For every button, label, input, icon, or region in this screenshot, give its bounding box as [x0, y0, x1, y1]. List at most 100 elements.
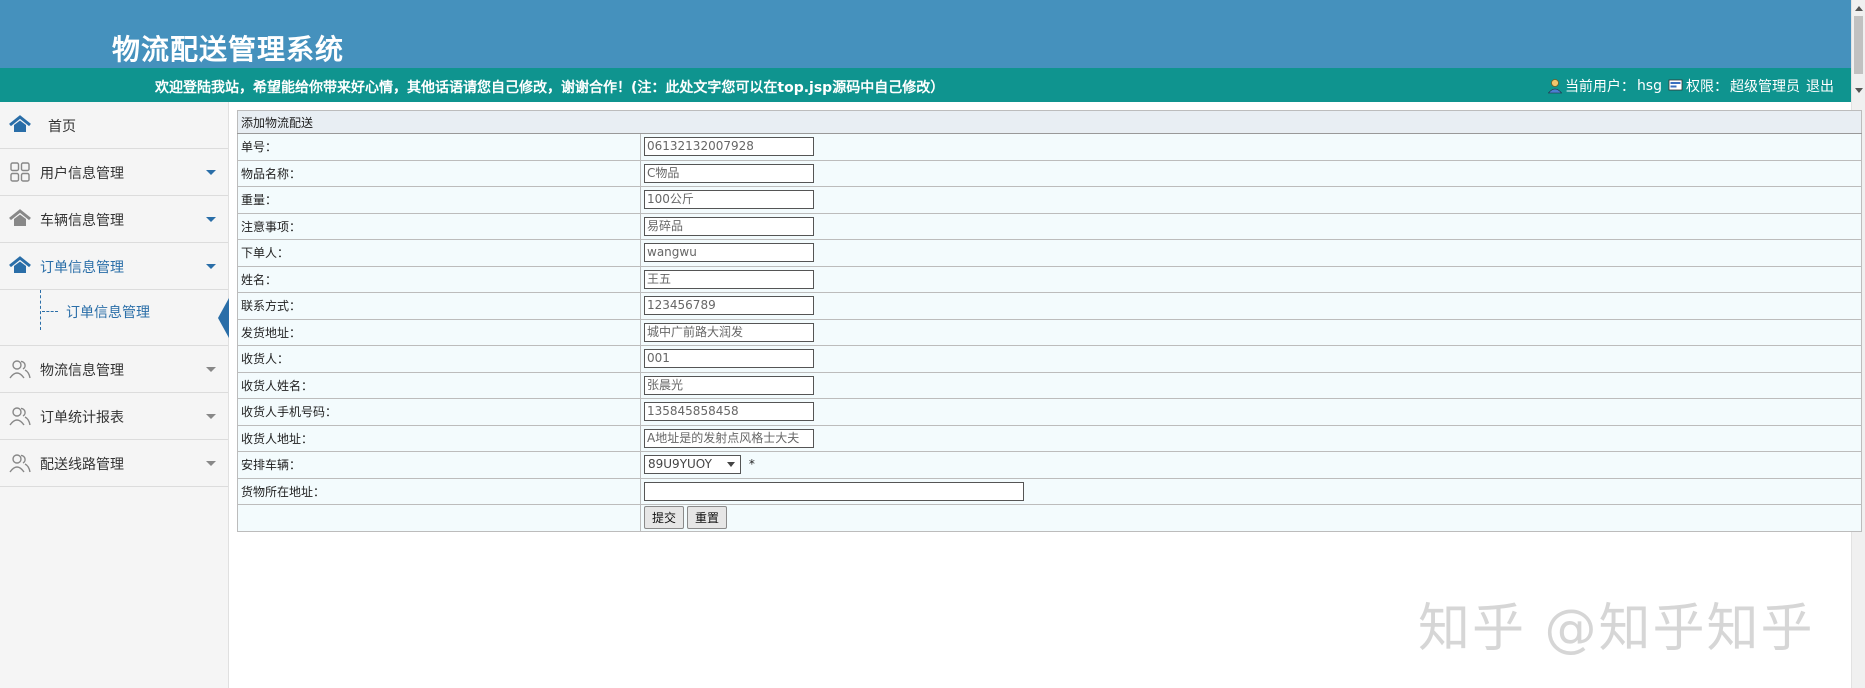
- header-banner: 物流配送管理系统: [0, 0, 1852, 68]
- vehicle-selected-value: 89U9YUOY: [648, 457, 712, 472]
- receiver-input[interactable]: 001: [644, 349, 814, 369]
- submenu-item-order-info[interactable]: 订单信息管理: [66, 302, 150, 322]
- weight-input[interactable]: 100公斤: [644, 190, 814, 210]
- sidebar-item-user-info[interactable]: 用户信息管理: [0, 149, 228, 196]
- field-label: 联系方式：: [237, 292, 641, 320]
- field-label: 下单人：: [237, 239, 641, 267]
- item-name-input[interactable]: C物品: [644, 163, 814, 183]
- notes-input[interactable]: 易碎品: [644, 216, 814, 236]
- tree-branch: [42, 311, 58, 312]
- form-row-ship-address: 发货地址： 城中广前路大润发: [237, 318, 1862, 346]
- chevron-down-icon: [206, 170, 216, 175]
- contact-input[interactable]: 123456789: [644, 296, 814, 316]
- sidebar-item-label: 首页: [48, 119, 76, 135]
- form-row-order-no: 单号： 06132132007928: [237, 133, 1862, 161]
- grid-icon: [10, 162, 30, 182]
- field-label: 安排车辆：: [237, 451, 641, 479]
- chevron-down-icon: [206, 414, 216, 419]
- chevron-down-icon: [206, 461, 216, 466]
- user-icon: [1547, 79, 1563, 94]
- users-icon: [9, 454, 31, 473]
- order-number-input[interactable]: 06132132007928: [644, 137, 814, 157]
- sidebar-item-logistics-info[interactable]: 物流信息管理: [0, 346, 228, 393]
- user-info: 当前用户： hsg 权限： 超级管理员 退出: [1547, 76, 1834, 96]
- users-icon: [9, 407, 31, 426]
- reset-button[interactable]: 重置: [687, 506, 728, 530]
- vehicle-select[interactable]: 89U9YUOY: [644, 455, 741, 475]
- sidebar-item-order-report[interactable]: 订单统计报表: [0, 393, 228, 440]
- empty-cell: [237, 504, 641, 532]
- top-info-bar: 欢迎登陆我站，希望能给你带来好心情，其他话语请您自己修改，谢谢合作！(注：此处文…: [0, 68, 1852, 102]
- watermark: 知乎 @知乎知乎: [1418, 599, 1815, 659]
- form-row-orderer: 下单人： wangwu: [237, 239, 1862, 267]
- field-label: 货物所在地址：: [237, 477, 641, 505]
- scroll-up-arrow-icon[interactable]: [1855, 6, 1863, 11]
- sidebar: 首页 用户信息管理 车辆信息管理 订单信息管理 订单信息管理 物流信息管理 订单…: [0, 102, 229, 688]
- sidebar-item-label: 配送线路管理: [40, 457, 124, 473]
- name-input[interactable]: 王五: [644, 269, 814, 289]
- field-label: 注意事项：: [237, 212, 641, 240]
- form-row-actions: 提交 重置: [237, 504, 1862, 532]
- logout-link[interactable]: 退出: [1806, 76, 1834, 96]
- field-label: 发货地址：: [237, 318, 641, 346]
- permission-icon: [1668, 79, 1683, 91]
- home-icon: [9, 115, 31, 132]
- field-label: 收货人：: [237, 345, 641, 373]
- form-caption: 添加物流配送: [237, 110, 1862, 134]
- add-delivery-form: 添加物流配送 单号： 06132132007928 物品名称： C物品 重量： …: [237, 110, 1862, 532]
- field-label: 物品名称：: [237, 159, 641, 187]
- form-row-receiver-phone: 收货人手机号码： 135845858458: [237, 398, 1862, 426]
- form-row-receiver-name: 收货人姓名： 张晨光: [237, 371, 1862, 399]
- field-label: 收货人地址：: [237, 424, 641, 452]
- current-user: hsg: [1636, 78, 1662, 94]
- form-row-item-name: 物品名称： C物品: [237, 159, 1862, 187]
- receiver-address-input[interactable]: A地址是的发射点风格士大夫: [644, 428, 814, 448]
- form-row-name: 姓名： 王五: [237, 265, 1862, 293]
- home-icon: [9, 256, 31, 273]
- required-mark: *: [748, 457, 755, 472]
- field-label: 单号：: [237, 133, 641, 161]
- ship-address-input[interactable]: 城中广前路大润发: [644, 322, 814, 342]
- sidebar-item-home[interactable]: 首页: [0, 102, 228, 149]
- scroll-thumb[interactable]: [1854, 16, 1863, 74]
- form-row-location: 货物所在地址：: [237, 477, 1862, 505]
- orderer-input[interactable]: wangwu: [644, 243, 814, 263]
- field-label: 收货人姓名：: [237, 371, 641, 399]
- sidebar-item-label: 物流信息管理: [40, 363, 124, 379]
- sidebar-item-label: 车辆信息管理: [40, 213, 124, 229]
- chevron-down-icon: [206, 367, 216, 372]
- active-pointer-icon: [218, 298, 229, 338]
- field-label: 姓名：: [237, 265, 641, 293]
- sidebar-item-label: 订单统计报表: [40, 410, 124, 426]
- form-row-receiver: 收货人： 001: [237, 345, 1862, 373]
- receiver-phone-input[interactable]: 135845858458: [644, 402, 814, 422]
- chevron-down-icon: [727, 462, 735, 468]
- form-table: 添加物流配送 单号： 06132132007928 物品名称： C物品 重量： …: [237, 110, 1862, 532]
- receiver-name-input[interactable]: 张晨光: [644, 375, 814, 395]
- tree-line: [40, 290, 42, 330]
- submenu-order-info: 订单信息管理: [0, 290, 229, 346]
- field-label: 重量：: [237, 186, 641, 214]
- scroll-down-arrow-icon[interactable]: [1855, 88, 1863, 93]
- cargo-location-input[interactable]: [644, 481, 1024, 501]
- sidebar-item-order-info[interactable]: 订单信息管理: [0, 243, 228, 290]
- welcome-message: 欢迎登陆我站，希望能给你带来好心情，其他话语请您自己修改，谢谢合作！(注：此处文…: [155, 80, 945, 96]
- field-label: 收货人手机号码：: [237, 398, 641, 426]
- form-row-receiver-address: 收货人地址： A地址是的发射点风格士大夫: [237, 424, 1862, 452]
- submit-button[interactable]: 提交: [644, 506, 685, 530]
- users-icon: [9, 360, 31, 379]
- sidebar-item-delivery-route[interactable]: 配送线路管理: [0, 440, 228, 487]
- form-row-notes: 注意事项： 易碎品: [237, 212, 1862, 240]
- form-row-contact: 联系方式： 123456789: [237, 292, 1862, 320]
- form-row-vehicle: 安排车辆： 89U9YUOY *: [237, 451, 1862, 479]
- app-title: 物流配送管理系统: [112, 33, 345, 66]
- current-user-label: 当前用户：: [1564, 79, 1635, 95]
- chevron-down-icon: [206, 217, 216, 222]
- role-value: 超级管理员: [1730, 79, 1800, 95]
- chevron-down-icon: [206, 264, 216, 269]
- role-label: 权限：: [1686, 79, 1728, 95]
- sidebar-item-label: 用户信息管理: [40, 166, 124, 182]
- sidebar-item-label: 订单信息管理: [40, 260, 124, 276]
- sidebar-item-vehicle-info[interactable]: 车辆信息管理: [0, 196, 228, 243]
- form-row-weight: 重量： 100公斤: [237, 186, 1862, 214]
